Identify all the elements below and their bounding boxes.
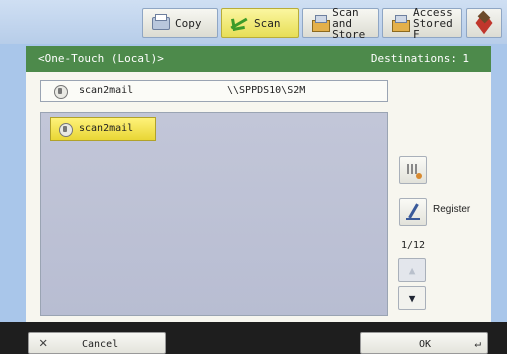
triangle-down-icon: ▼ — [408, 291, 416, 305]
scan-store-icon — [309, 13, 331, 33]
tab-scan[interactable]: Scan — [221, 8, 299, 38]
copy-icon — [149, 13, 171, 33]
tab-scan-and-store-label: Scan and Store — [332, 5, 366, 41]
destinations-label: Destinations: — [370, 52, 457, 65]
tab-access-stored-files[interactable]: Access Stored F — [382, 5, 462, 41]
page-indicator: 1/12 — [401, 240, 426, 251]
tab-copy[interactable]: Copy — [142, 8, 218, 38]
ok-button[interactable]: OK ↵ — [360, 332, 488, 354]
selected-destination-name: scan2mail — [79, 85, 134, 96]
selected-destination-row[interactable]: scan2mail \\SPPDS10\S2M — [40, 80, 388, 102]
tab-access-stored-files-label: Access Stored F — [412, 5, 453, 41]
triangle-up-icon: ▲ — [408, 263, 416, 277]
scroll-down-button[interactable]: ▼ — [398, 286, 426, 310]
register-button[interactable] — [399, 198, 427, 226]
scan-checkmark-icon — [228, 13, 250, 33]
list-item-name: scan2mail — [79, 123, 134, 134]
shield-icon — [53, 84, 68, 99]
list-item[interactable]: scan2mail — [50, 117, 156, 141]
close-icon: ✕ — [39, 335, 48, 351]
cancel-button[interactable]: ✕ Cancel — [28, 332, 166, 354]
page-title: <One-Touch (Local)> — [38, 52, 164, 65]
cube-menu-button[interactable] — [466, 8, 502, 38]
selected-destination-path: \\SPPDS10\S2M — [227, 85, 306, 96]
tab-scan-and-store[interactable]: Scan and Store — [302, 5, 379, 41]
return-arrow-icon: ↵ — [474, 337, 481, 350]
register-label: Register — [433, 204, 471, 215]
page-header: <One-Touch (Local)> Destinations: 1 — [26, 46, 491, 72]
scroll-up-button[interactable]: ▲ — [398, 258, 426, 282]
destinations-count: 1 — [462, 52, 469, 65]
address-book-button[interactable] — [399, 156, 427, 184]
cancel-button-label: Cancel — [82, 339, 119, 350]
tab-copy-label: Copy — [175, 16, 202, 30]
tab-scan-label: Scan — [254, 16, 281, 30]
destination-list — [40, 112, 388, 316]
access-stored-icon — [389, 13, 410, 33]
shield-icon — [58, 122, 73, 137]
ok-button-label: OK — [419, 339, 432, 350]
